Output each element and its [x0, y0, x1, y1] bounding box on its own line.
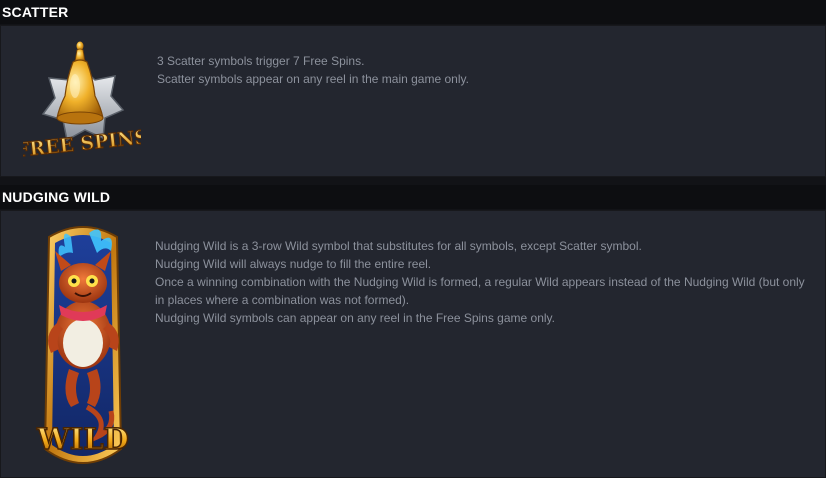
- paytable-page: SCATTER FREE SPINS 3 Scatter symbols tri…: [0, 0, 826, 478]
- scatter-line: 3 Scatter symbols trigger 7 Free Spins.: [157, 54, 365, 68]
- nudging-wild-line: Nudging Wild will always nudge to fill t…: [155, 257, 432, 271]
- scatter-line: Scatter symbols appear on any reel in th…: [157, 72, 469, 86]
- nudging-wild-line: Nudging Wild symbols can appear on any r…: [155, 311, 555, 325]
- nudging-wild-panel: WILD Nudging Wild is a 3-row Wild symbol…: [0, 210, 826, 478]
- nudging-wild-line: Nudging Wild is a 3-row Wild symbol that…: [155, 239, 642, 253]
- wild-label: WILD: [36, 422, 129, 456]
- nudging-wild-description: Nudging Wild is a 3-row Wild symbol that…: [155, 237, 815, 327]
- nudging-wild-section-title: NUDGING WILD: [0, 185, 826, 209]
- wild-dragon-cat-icon: WILD: [31, 223, 135, 477]
- scatter-section-title: SCATTER: [0, 0, 826, 24]
- scatter-description: 3 Scatter symbols trigger 7 Free Spins. …: [157, 52, 469, 88]
- free-spins-bell-icon: FREE SPINS: [14, 38, 150, 162]
- nudging-wild-line: Once a winning combination with the Nudg…: [155, 275, 805, 307]
- scatter-panel: FREE SPINS 3 Scatter symbols trigger 7 F…: [0, 25, 826, 177]
